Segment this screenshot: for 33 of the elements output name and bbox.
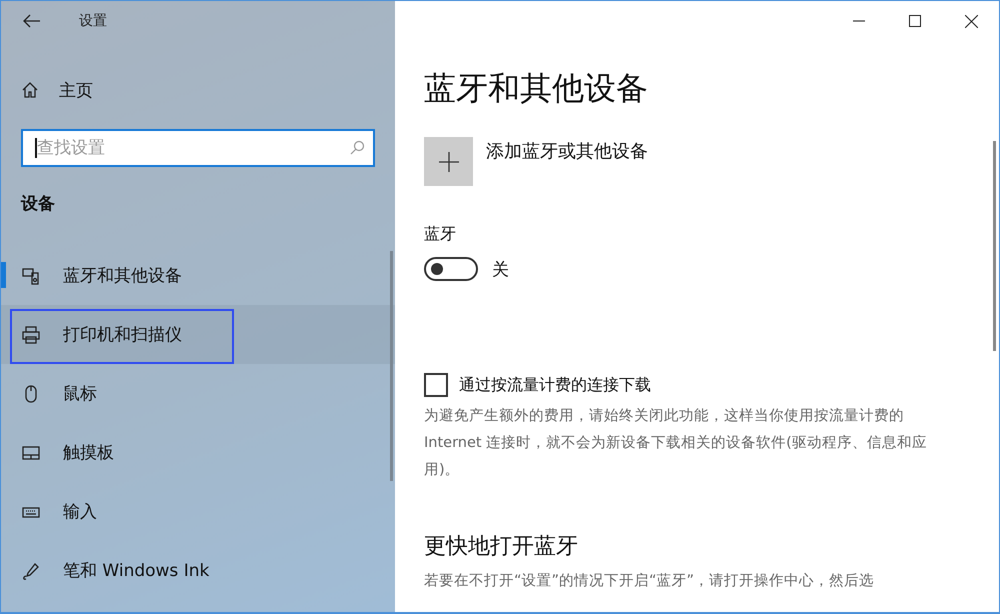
- section-heading: 更快地打开蓝牙: [424, 533, 579, 561]
- home-icon: [21, 81, 39, 99]
- scrollbar[interactable]: [390, 251, 393, 481]
- page-heading: 蓝牙和其他设备: [424, 68, 649, 109]
- sidebar-item[interactable]: 鼠标: [1, 364, 395, 423]
- plus-icon: [438, 152, 458, 172]
- pen-icon: [21, 560, 41, 580]
- checkbox-label[interactable]: 通过按流量计费的连接下载: [459, 374, 651, 396]
- description: 若要在不打开“设置”的情况下开启“蓝牙”，请打开操作中心，然后选: [424, 572, 876, 590]
- add-device-button[interactable]: [424, 137, 473, 186]
- toggle-state: 关: [492, 258, 509, 280]
- add-device-label[interactable]: 添加蓝牙或其他设备: [486, 139, 648, 186]
- devices-icon: [21, 266, 41, 286]
- section-heading: 设备: [20, 193, 56, 216]
- sidebar-item[interactable]: 打印机和扫描仪: [1, 305, 395, 364]
- printer-icon: [21, 324, 41, 344]
- close-icon: [964, 14, 978, 28]
- window-title: 设置: [79, 12, 107, 30]
- maximize-icon: [909, 15, 921, 27]
- bluetooth-toggle[interactable]: [424, 257, 478, 281]
- sidebar-item[interactable]: 笔和 Windows Ink: [1, 541, 395, 600]
- description: 为避免产生额外的费用，请始终关闭此功能，这样当你使用按流量计费的 Internet 连接时，就不会为新设备下载相关的设备软件(驱动程序、信息和应用)。: [424, 406, 928, 480]
- sidebar-item[interactable]: 触摸板: [1, 423, 395, 482]
- scrollbar[interactable]: [993, 141, 996, 351]
- checkbox[interactable]: [424, 373, 448, 397]
- home-link[interactable]: 主页: [1, 70, 395, 110]
- search-field[interactable]: 查找设置: [21, 129, 375, 167]
- search-icon: [349, 140, 365, 156]
- sidebar-item[interactable]: 输入: [1, 482, 395, 541]
- text-cursor: [35, 138, 37, 158]
- sidebar-item[interactable]: 蓝牙和其他设备: [1, 246, 395, 305]
- minimize-icon: [853, 20, 865, 22]
- bluetooth-label: 蓝牙: [424, 224, 457, 245]
